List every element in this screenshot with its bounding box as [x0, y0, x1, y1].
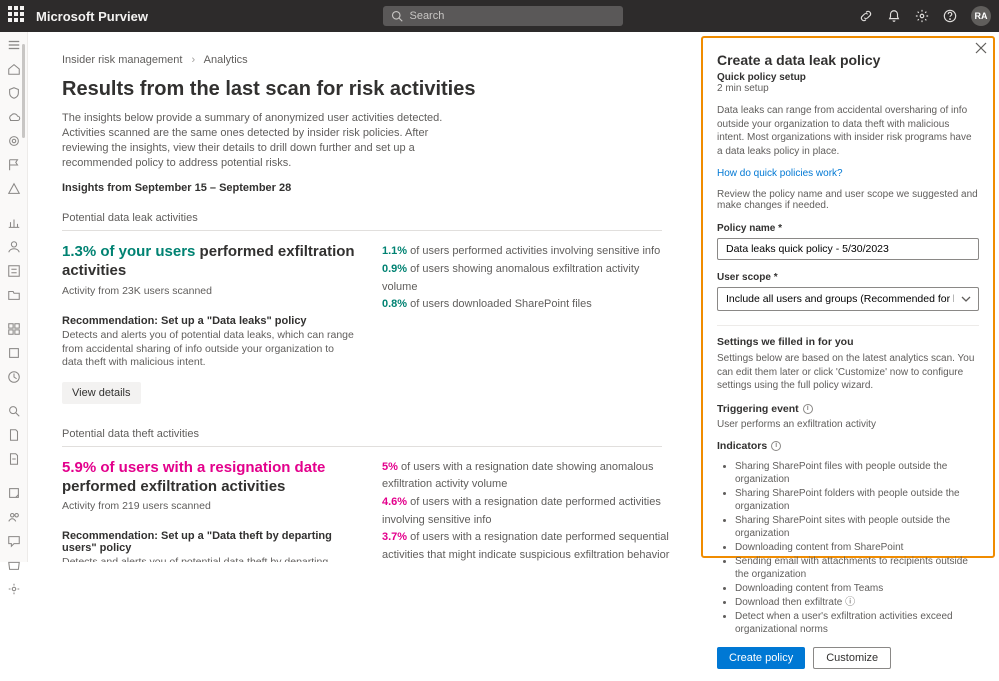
insight-subline: Activity from 23K users scanned	[62, 285, 356, 297]
search-placeholder: Search	[409, 10, 444, 22]
insight-headline-data-theft: 5.9% of users with a resignation date pe…	[62, 459, 356, 497]
triggering-event-text: User performs an exfiltration activity	[717, 419, 979, 430]
brand-title: Microsoft Purview	[36, 9, 148, 24]
panel-subtitle: Quick policy setup	[717, 72, 979, 83]
list-icon[interactable]	[7, 264, 21, 278]
target-icon[interactable]	[7, 134, 21, 148]
folder-icon[interactable]	[7, 288, 21, 302]
close-icon[interactable]	[975, 42, 987, 57]
filled-settings-desc: Settings below are based on the latest a…	[717, 352, 979, 393]
indicators-list: Sharing SharePoint files with people out…	[717, 456, 979, 637]
recommendation-desc: Detects and alerts you of potential data…	[62, 556, 356, 562]
chart-icon[interactable]	[7, 216, 21, 230]
search-nav-icon[interactable]	[7, 404, 21, 418]
box-icon[interactable]	[7, 346, 21, 360]
flag-icon[interactable]	[7, 158, 21, 172]
clock-icon[interactable]	[7, 370, 21, 384]
link-icon[interactable]	[859, 9, 873, 23]
panel-setup-time: 2 min setup	[717, 83, 979, 94]
commerce-icon[interactable]	[7, 558, 21, 572]
customize-button[interactable]: Customize	[813, 647, 891, 669]
panel-help-link[interactable]: How do quick policies work?	[717, 168, 979, 179]
user-scope-select[interactable]: Include all users and groups (Recommende…	[717, 287, 979, 311]
policy-name-label: Policy name *	[717, 223, 979, 234]
home-icon[interactable]	[7, 62, 21, 76]
policy-name-input[interactable]	[717, 238, 979, 260]
chat-icon[interactable]	[7, 534, 21, 548]
cloud-icon[interactable]	[7, 110, 21, 124]
create-policy-panel: Create a data leak policy Quick policy s…	[701, 36, 995, 558]
triggering-event-header: Triggering eventi	[717, 403, 979, 415]
shield-icon[interactable]	[7, 86, 21, 100]
search-box[interactable]: Search	[383, 6, 623, 26]
breadcrumb-current: Analytics	[204, 54, 248, 66]
alert-icon[interactable]	[7, 182, 21, 196]
settings-icon[interactable]	[915, 9, 929, 23]
page-intro: The insights below provide a summary of …	[62, 111, 472, 170]
panel-desc: Data leaks can range from accidental ove…	[717, 104, 979, 158]
create-policy-button[interactable]: Create policy	[717, 647, 805, 669]
page-icon[interactable]	[7, 428, 21, 442]
view-details-button[interactable]: View details	[62, 382, 141, 404]
recommendation-title: Recommendation: Set up a "Data leaks" po…	[62, 315, 356, 327]
panel-title: Create a data leak policy	[717, 52, 979, 68]
recommendation-title: Recommendation: Set up a "Data theft by …	[62, 530, 356, 554]
top-bar: Microsoft Purview Search RA	[0, 0, 999, 32]
note-icon[interactable]	[7, 486, 21, 500]
insight-subline: Activity from 219 users scanned	[62, 500, 356, 512]
insight-headline-data-leak: 1.3% of your users performed exfiltratio…	[62, 243, 356, 281]
waffle-icon[interactable]	[8, 6, 28, 26]
section-header-data-theft: Potential data theft activities	[62, 428, 662, 447]
filled-settings-header: Settings we filled in for you	[717, 336, 979, 348]
search-icon	[391, 10, 403, 22]
recommendation-desc: Detects and alerts you of potential data…	[62, 329, 356, 370]
people-icon[interactable]	[7, 510, 21, 524]
person-icon[interactable]	[7, 240, 21, 254]
indicators-header: Indicatorsi	[717, 440, 979, 452]
info-icon[interactable]: i	[803, 404, 813, 414]
insight-bullets-data-leak: 1.1% of users performed activities invol…	[382, 243, 672, 403]
chevron-down-icon	[961, 293, 971, 307]
scrollbar-thumb[interactable]	[22, 44, 25, 138]
notification-icon[interactable]	[887, 9, 901, 23]
info-icon[interactable]: i	[771, 441, 781, 451]
user-scope-label: User scope *	[717, 272, 979, 283]
menu-icon[interactable]	[7, 38, 21, 52]
avatar[interactable]: RA	[971, 6, 991, 26]
breadcrumb-root[interactable]: Insider risk management	[62, 54, 182, 66]
grid-icon[interactable]	[7, 322, 21, 336]
help-icon[interactable]	[943, 9, 957, 23]
gear-icon[interactable]	[7, 582, 21, 596]
doc-icon[interactable]	[7, 452, 21, 466]
panel-hint: Review the policy name and user scope we…	[717, 189, 979, 211]
insight-bullets-data-theft: 5% of users with a resignation date show…	[382, 459, 672, 562]
section-header-data-leak: Potential data leak activities	[62, 212, 662, 231]
